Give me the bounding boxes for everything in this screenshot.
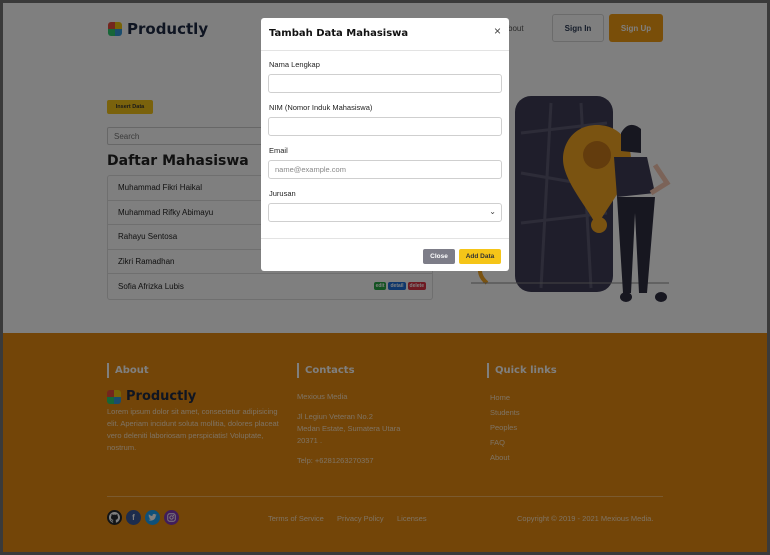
add-student-modal: Tambah Data Mahasiswa × Nama Lengkap NIM… bbox=[261, 18, 509, 271]
nama-label: Nama Lengkap bbox=[269, 60, 320, 69]
nim-input[interactable] bbox=[268, 117, 502, 136]
chevron-down-icon: ⌄ bbox=[489, 207, 496, 216]
page: Productly bout Sign In Sign Up Insert Da… bbox=[3, 3, 767, 552]
modal-footer-divider bbox=[261, 238, 509, 239]
jurusan-label: Jurusan bbox=[269, 189, 296, 198]
close-button[interactable]: Close bbox=[423, 249, 455, 264]
close-icon[interactable]: × bbox=[494, 24, 501, 38]
add-data-button[interactable]: Add Data bbox=[459, 249, 501, 264]
email-label: Email bbox=[269, 146, 288, 155]
modal-header-divider bbox=[261, 50, 509, 51]
jurusan-select[interactable]: ⌄ bbox=[268, 203, 502, 222]
nim-label: NIM (Nomor Induk Mahasiswa) bbox=[269, 103, 373, 112]
nama-input[interactable] bbox=[268, 74, 502, 93]
modal-title: Tambah Data Mahasiswa bbox=[269, 28, 409, 39]
email-field[interactable] bbox=[268, 160, 502, 179]
